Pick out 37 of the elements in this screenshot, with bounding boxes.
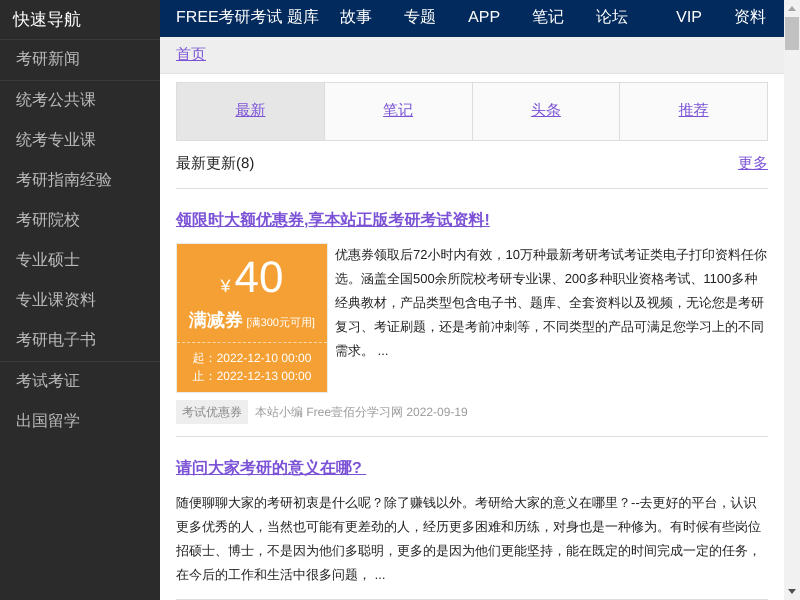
- sidebar-item[interactable]: 统考公共课: [0, 81, 160, 121]
- nav-link[interactable]: 资料: [734, 6, 766, 30]
- tab[interactable]: 头条: [472, 83, 620, 140]
- article-summary: 随便聊聊大家的考研初衷是什么呢？除了赚钱以外。考研给大家的意义在哪里？--去更好的平台，认识更多优秀的人，当然也可能有更差劲的人，经历更多困难和历练，对身也是一种修为。有时候有些岗位招硕士、博士，不是因为他们多聪明，更多的是因为他们更能坚持，能在既定的时间完成一定的任务，在今后的工作和生活中很多问题， ...: [176, 494, 762, 584]
- article-meta: 本站小编 Free壹佰分学习网 2022-09-19: [255, 404, 468, 421]
- tab[interactable]: 笔记: [324, 83, 472, 140]
- tag-label: 考试优惠券: [176, 400, 248, 424]
- article-title-link[interactable]: 领限时大额优惠券,享本站正版考研考试资料!: [176, 209, 490, 233]
- coupon-start-date: 起：2022-12-10 00:00: [192, 350, 312, 367]
- coupon-end-date: 止：2022-12-13 00:00: [192, 368, 312, 385]
- nav-link[interactable]: 故事: [340, 6, 372, 30]
- sidebar-item[interactable]: 出国留学: [0, 402, 160, 442]
- sidebar-item[interactable]: 专业课资料: [0, 281, 160, 321]
- article-summary: 优惠券领取后72小时内有效，10万种最新考研考试考证类电子打印资料任你选。涵盖全国500余所院校考研专业课、200多种职业资格考试、1100多种经典教材，产品类型包含电子书、题库、全套资料以及视频，无论您是考研复习、考证刷题，还是考前冲刺等，不同类型的产品可满足您学习上的不同需求。 ...: [335, 246, 768, 360]
- sidebar-item[interactable]: 考研院校: [0, 201, 160, 241]
- tab[interactable]: 最新: [177, 83, 325, 140]
- sidebar-item[interactable]: 专业硕士: [0, 241, 160, 281]
- brand-link[interactable]: FREE考研考试 题库: [176, 6, 320, 30]
- scrollbar-drawing[interactable]: [784, 0, 800, 600]
- sidebar-item[interactable]: 考研电子书: [0, 321, 160, 361]
- nav-link[interactable]: 笔记: [532, 6, 564, 30]
- article-title-link[interactable]: 请问大家考研的意义在哪?: [176, 457, 366, 481]
- more-link[interactable]: 更多: [738, 153, 768, 176]
- breadcrumb-link[interactable]: 首页: [176, 44, 206, 66]
- tab[interactable]: 推荐: [620, 83, 767, 140]
- nav-link[interactable]: APP: [468, 6, 500, 30]
- section-title: 最新更新(8): [176, 154, 254, 174]
- coupon-amount: ¥40: [220, 256, 284, 300]
- nav-link[interactable]: VIP: [676, 6, 702, 30]
- nav-link[interactable]: 论坛: [596, 6, 628, 30]
- sidebar-item[interactable]: 考研指南经验: [0, 161, 160, 201]
- sidebar-item[interactable]: 考研新闻: [0, 40, 160, 80]
- coupon-condition: [满300元可用]: [246, 316, 315, 331]
- sidebar-item[interactable]: 考试考证: [0, 362, 160, 402]
- sidebar-item[interactable]: 统考专业课: [0, 121, 160, 161]
- coupon-name: 满减券: [189, 309, 244, 332]
- nav-link[interactable]: 专题: [404, 6, 436, 30]
